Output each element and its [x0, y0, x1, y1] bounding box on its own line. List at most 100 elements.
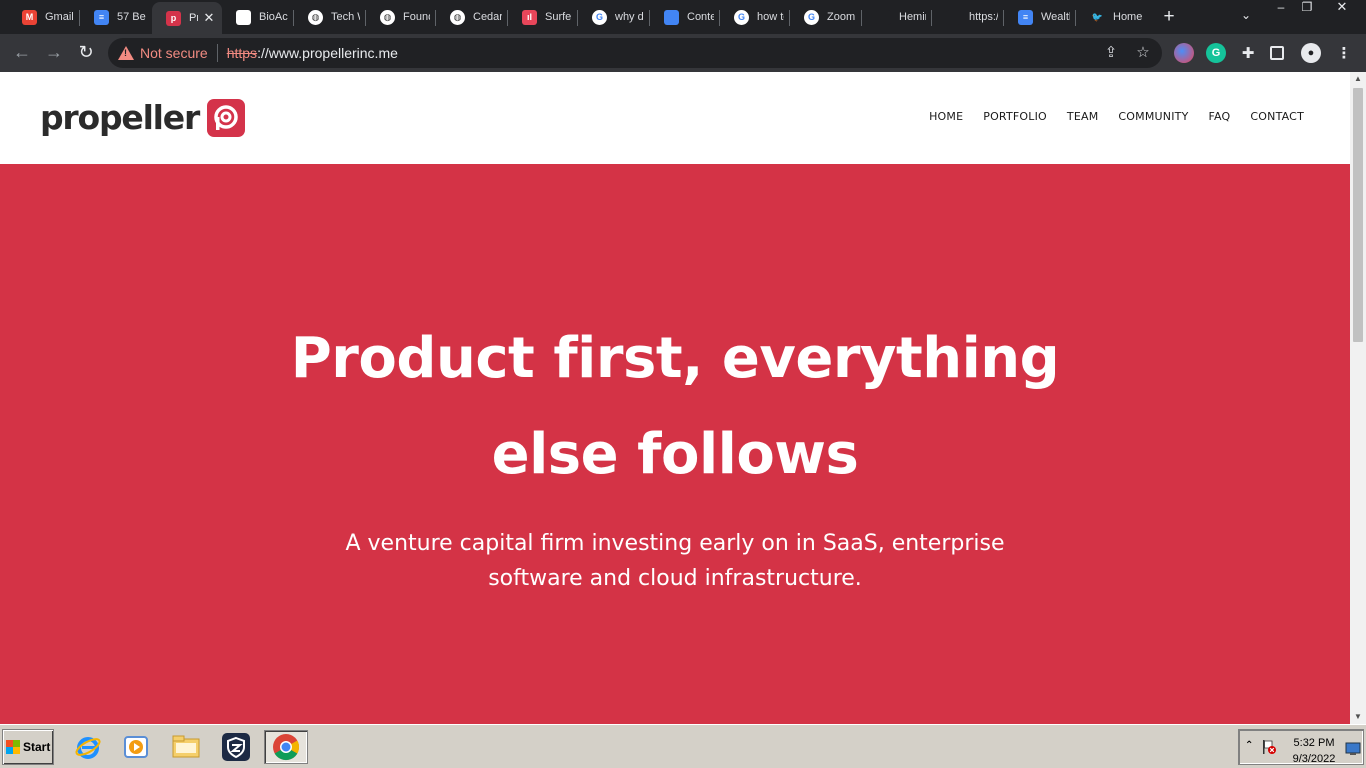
browser-tab[interactable]: M Gmail: [8, 2, 80, 32]
back-icon[interactable]: ←: [10, 41, 34, 65]
tab-search-icon[interactable]: ⌄: [1236, 8, 1256, 26]
logo-wordmark: propeller: [40, 98, 200, 137]
hero-subtitle-line-1: A venture capital firm investing early o…: [345, 531, 1005, 556]
site-logo[interactable]: propeller: [40, 98, 246, 137]
tab-label: 57 Bes: [117, 11, 146, 23]
browser-tab[interactable]: p Pr ✕: [152, 2, 222, 34]
tab-label: why d: [615, 11, 644, 23]
clock-date[interactable]: 9/3/2022: [1289, 753, 1339, 765]
browser-tab[interactable]: ◍ Cedar: [436, 2, 508, 32]
start-button[interactable]: Start: [2, 729, 54, 765]
google-icon: G: [734, 9, 749, 25]
address-bar[interactable]: Not secure https ://www.propellerinc.me …: [108, 38, 1162, 68]
nav-portfolio[interactable]: PORTFOLIO: [983, 110, 1047, 123]
forward-icon[interactable]: →: [42, 41, 66, 65]
browser-tab[interactable]: G Zoom: [790, 2, 862, 32]
blank-icon: [946, 9, 961, 25]
browser-tab[interactable]: Conter: [650, 2, 720, 32]
tab-strip: M Gmail ≡ 57 Bes p Pr ✕ BioAcc ◍ Tech W ◍ Found ◍ Ced…: [0, 0, 1366, 34]
browser-tab[interactable]: BioAcc: [222, 2, 294, 32]
docs-icon: ≡: [94, 9, 109, 25]
scroll-thumb[interactable]: [1353, 88, 1363, 342]
url-scheme: https: [226, 45, 258, 61]
tab-label: Cedar: [473, 11, 502, 23]
nav-team[interactable]: TEAM: [1067, 110, 1099, 123]
browser-tab[interactable]: Ghow to: [720, 2, 790, 32]
omnibox-actions: ⇪ ☆: [1102, 44, 1152, 62]
tab-label: Gmail: [45, 11, 74, 23]
scroll-up-icon[interactable]: ▲: [1350, 72, 1366, 86]
surfer-icon: ıl: [522, 9, 537, 25]
system-tray: ⌃ 5:32 PM 9/3/2022: [1238, 729, 1364, 765]
web-viewport: propeller HOME PORTFOLIO TEAM COMMUNITY …: [0, 72, 1350, 724]
browser-toolbar: ← → ↻ Not secure https ://www.propelleri…: [0, 34, 1366, 72]
omnibox-divider: [216, 44, 218, 62]
tab-label: how to: [757, 11, 784, 23]
extension-color-icon[interactable]: [1174, 43, 1194, 63]
reload-icon[interactable]: ↻: [74, 41, 98, 65]
main-nav: HOME PORTFOLIO TEAM COMMUNITY FAQ CONTAC…: [929, 110, 1304, 123]
hero-section: Product first, everything else follows A…: [0, 164, 1350, 724]
hero-title-line-2: else follows: [491, 422, 859, 487]
docs-icon: [664, 9, 679, 25]
propeller-logo-icon: [207, 98, 246, 137]
action-center-flag-icon[interactable]: [1261, 739, 1277, 755]
docs-icon: ≡: [1018, 9, 1033, 25]
vpn-shield-icon[interactable]: [218, 730, 254, 764]
share-icon[interactable]: ⇪: [1102, 44, 1120, 62]
media-player-icon[interactable]: [118, 730, 154, 764]
tab-label: Heming: [899, 11, 926, 23]
globe-icon: ◍: [450, 9, 465, 25]
chrome-icon[interactable]: [264, 730, 308, 764]
hemingway-icon: [876, 9, 891, 25]
bookmark-star-icon[interactable]: ☆: [1134, 44, 1152, 62]
google-icon: G: [804, 9, 819, 25]
tab-label: Wealth: [1041, 11, 1070, 23]
nav-contact[interactable]: CONTACT: [1250, 110, 1304, 123]
browser-tab[interactable]: ◍ Tech W: [294, 2, 366, 32]
page-scrollbar[interactable]: ▲ ▼: [1350, 72, 1366, 724]
extensions-puzzle-icon[interactable]: ✚: [1238, 43, 1258, 63]
nav-community[interactable]: COMMUNITY: [1118, 110, 1188, 123]
profile-avatar-icon[interactable]: ●: [1301, 43, 1321, 63]
minimize-icon[interactable]: ‒: [1268, 0, 1294, 16]
clock-time[interactable]: 5:32 PM: [1289, 737, 1339, 749]
tab-label: Tech W: [331, 11, 360, 23]
browser-tab[interactable]: ≡ 57 Bes: [80, 2, 152, 32]
nav-faq[interactable]: FAQ: [1209, 110, 1231, 123]
new-tab-button[interactable]: +: [1158, 6, 1180, 28]
warning-icon[interactable]: [118, 46, 134, 60]
google-icon: G: [592, 9, 607, 25]
window-controls: ‒ ❐ ✕: [1268, 0, 1364, 18]
side-panel-icon[interactable]: [1270, 46, 1284, 60]
nav-home[interactable]: HOME: [929, 110, 963, 123]
ie-icon[interactable]: [70, 730, 106, 764]
show-desktop-icon[interactable]: [1345, 742, 1361, 756]
browser-tab[interactable]: https:/: [932, 2, 1004, 32]
security-label[interactable]: Not secure: [140, 45, 208, 61]
browser-tab[interactable]: ≡ Wealth: [1004, 2, 1076, 32]
browser-tab[interactable]: ıl Surfer: [508, 2, 578, 32]
browser-tab[interactable]: Gwhy d: [578, 2, 650, 32]
grammarly-icon[interactable]: G: [1206, 43, 1226, 63]
start-label: Start: [23, 740, 51, 754]
gmail-icon: M: [22, 9, 37, 25]
hero-subtitle-line-2: software and cloud infrastructure.: [488, 566, 862, 591]
tab-label: Pr: [189, 12, 198, 24]
restore-icon[interactable]: ❐: [1294, 0, 1320, 16]
tray-expand-icon[interactable]: ⌃: [1245, 740, 1253, 751]
scroll-down-icon[interactable]: ▼: [1350, 710, 1366, 724]
browser-tab[interactable]: 🐦 Home: [1076, 2, 1148, 32]
globe-icon: ◍: [380, 9, 395, 25]
windows-taskbar: Start ⌃ 5:32 PM 9/3/2022: [0, 724, 1366, 768]
menu-kebab-icon[interactable]: ⋮: [1334, 43, 1354, 63]
tab-label: https:/: [969, 11, 998, 23]
close-tab-icon[interactable]: ✕: [202, 10, 216, 26]
twitter-icon: 🐦: [1091, 11, 1104, 22]
url-text: ://www.propellerinc.me: [257, 45, 398, 61]
browser-tab[interactable]: Heming: [862, 2, 932, 32]
tab-label: Surfer: [545, 11, 572, 23]
browser-tab[interactable]: ◍ Found: [366, 2, 436, 32]
folder-icon[interactable]: [168, 730, 204, 764]
close-window-icon[interactable]: ✕: [1320, 0, 1364, 16]
